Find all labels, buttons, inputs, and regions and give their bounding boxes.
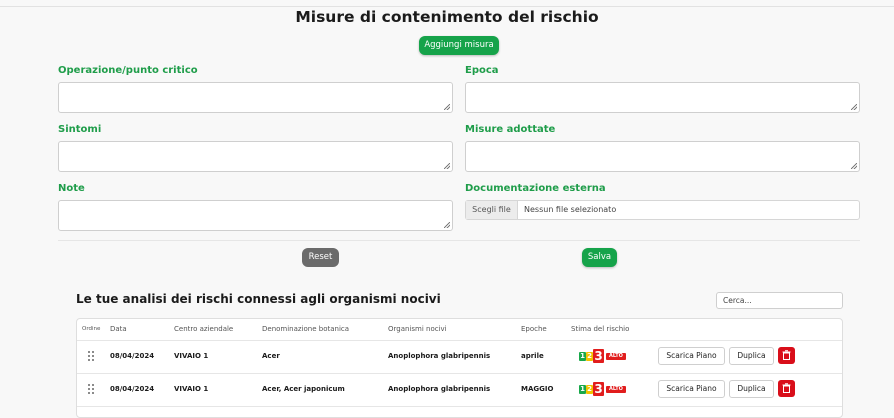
risk-level-1: 1 <box>579 352 586 361</box>
row-organismi: Anoplophora glabripennis <box>388 385 491 393</box>
epoca-textarea[interactable] <box>465 82 860 113</box>
sintomi-textarea[interactable] <box>58 141 453 172</box>
choose-file-button[interactable]: Scegli file <box>466 201 518 219</box>
risk-level-3: 3 <box>593 382 604 396</box>
analyses-table: Ordine Data Centro aziendale Denominazio… <box>76 318 843 418</box>
sintomi-label: Sintomi <box>58 124 102 135</box>
form-divider <box>58 240 860 241</box>
row-centro: VIVAIO 1 <box>174 385 209 393</box>
download-plan-button[interactable]: Scarica Piano <box>658 380 725 398</box>
col-data: Data <box>110 325 127 333</box>
col-organismi: Organismi nocivi <box>388 325 447 333</box>
trash-icon <box>782 350 791 360</box>
row-date: 08/04/2024 <box>110 385 155 393</box>
header-divider <box>77 340 842 341</box>
analyses-title: Le tue analisi dei rischi connessi agli … <box>76 292 441 306</box>
row-epoche: aprile <box>521 352 544 360</box>
add-measure-button[interactable]: Aggiungi misura <box>419 36 499 55</box>
risk-level-1: 1 <box>579 385 586 394</box>
row-centro: VIVAIO 1 <box>174 352 209 360</box>
risk-level-2: 2 <box>586 352 593 361</box>
drag-handle-icon[interactable] <box>88 351 94 362</box>
col-centro: Centro aziendale <box>174 325 234 333</box>
epoca-label: Epoca <box>465 65 499 76</box>
operazione-label: Operazione/punto critico <box>58 65 198 76</box>
trash-icon <box>782 383 791 393</box>
row-date: 08/04/2024 <box>110 352 155 360</box>
search-input[interactable]: Cerca... <box>716 292 843 309</box>
row-denominazione: Acer <box>262 352 280 360</box>
duplicate-button[interactable]: Duplica <box>729 347 774 365</box>
operazione-textarea[interactable] <box>58 82 453 113</box>
file-status: Nessun file selezionato <box>524 205 617 214</box>
reset-button[interactable]: Reset <box>302 248 339 267</box>
top-divider <box>0 6 894 7</box>
misure-adottate-label: Misure adottate <box>465 124 556 135</box>
row-epoche: MAGGIO <box>521 385 554 393</box>
drag-handle-icon[interactable] <box>88 384 94 395</box>
row-divider <box>77 373 842 374</box>
col-stima: Stima del rischio <box>571 325 630 333</box>
note-textarea[interactable] <box>58 200 453 231</box>
delete-button[interactable] <box>778 380 795 397</box>
col-ordine: Ordine <box>82 326 101 332</box>
download-plan-button[interactable]: Scarica Piano <box>658 347 725 365</box>
documentazione-label: Documentazione esterna <box>465 183 606 194</box>
save-button[interactable]: Salva <box>582 248 617 267</box>
risk-level-3: 3 <box>593 349 604 363</box>
delete-button[interactable] <box>778 347 795 364</box>
misure-adottate-textarea[interactable] <box>465 141 860 172</box>
file-input[interactable]: Scegli file Nessun file selezionato <box>465 200 860 220</box>
risk-label: ALTO <box>606 353 626 360</box>
row-divider <box>77 406 842 407</box>
row-denominazione: Acer, Acer japonicum <box>262 385 345 393</box>
risk-level-2: 2 <box>586 385 593 394</box>
col-denominazione: Denominazione botanica <box>262 325 350 333</box>
risk-label: ALTO <box>606 386 626 393</box>
row-organismi: Anoplophora glabripennis <box>388 352 491 360</box>
col-epoche: Epoche <box>521 325 547 333</box>
page-title: Misure di contenimento del rischio <box>295 8 599 26</box>
duplicate-button[interactable]: Duplica <box>729 380 774 398</box>
note-label: Note <box>58 183 85 194</box>
